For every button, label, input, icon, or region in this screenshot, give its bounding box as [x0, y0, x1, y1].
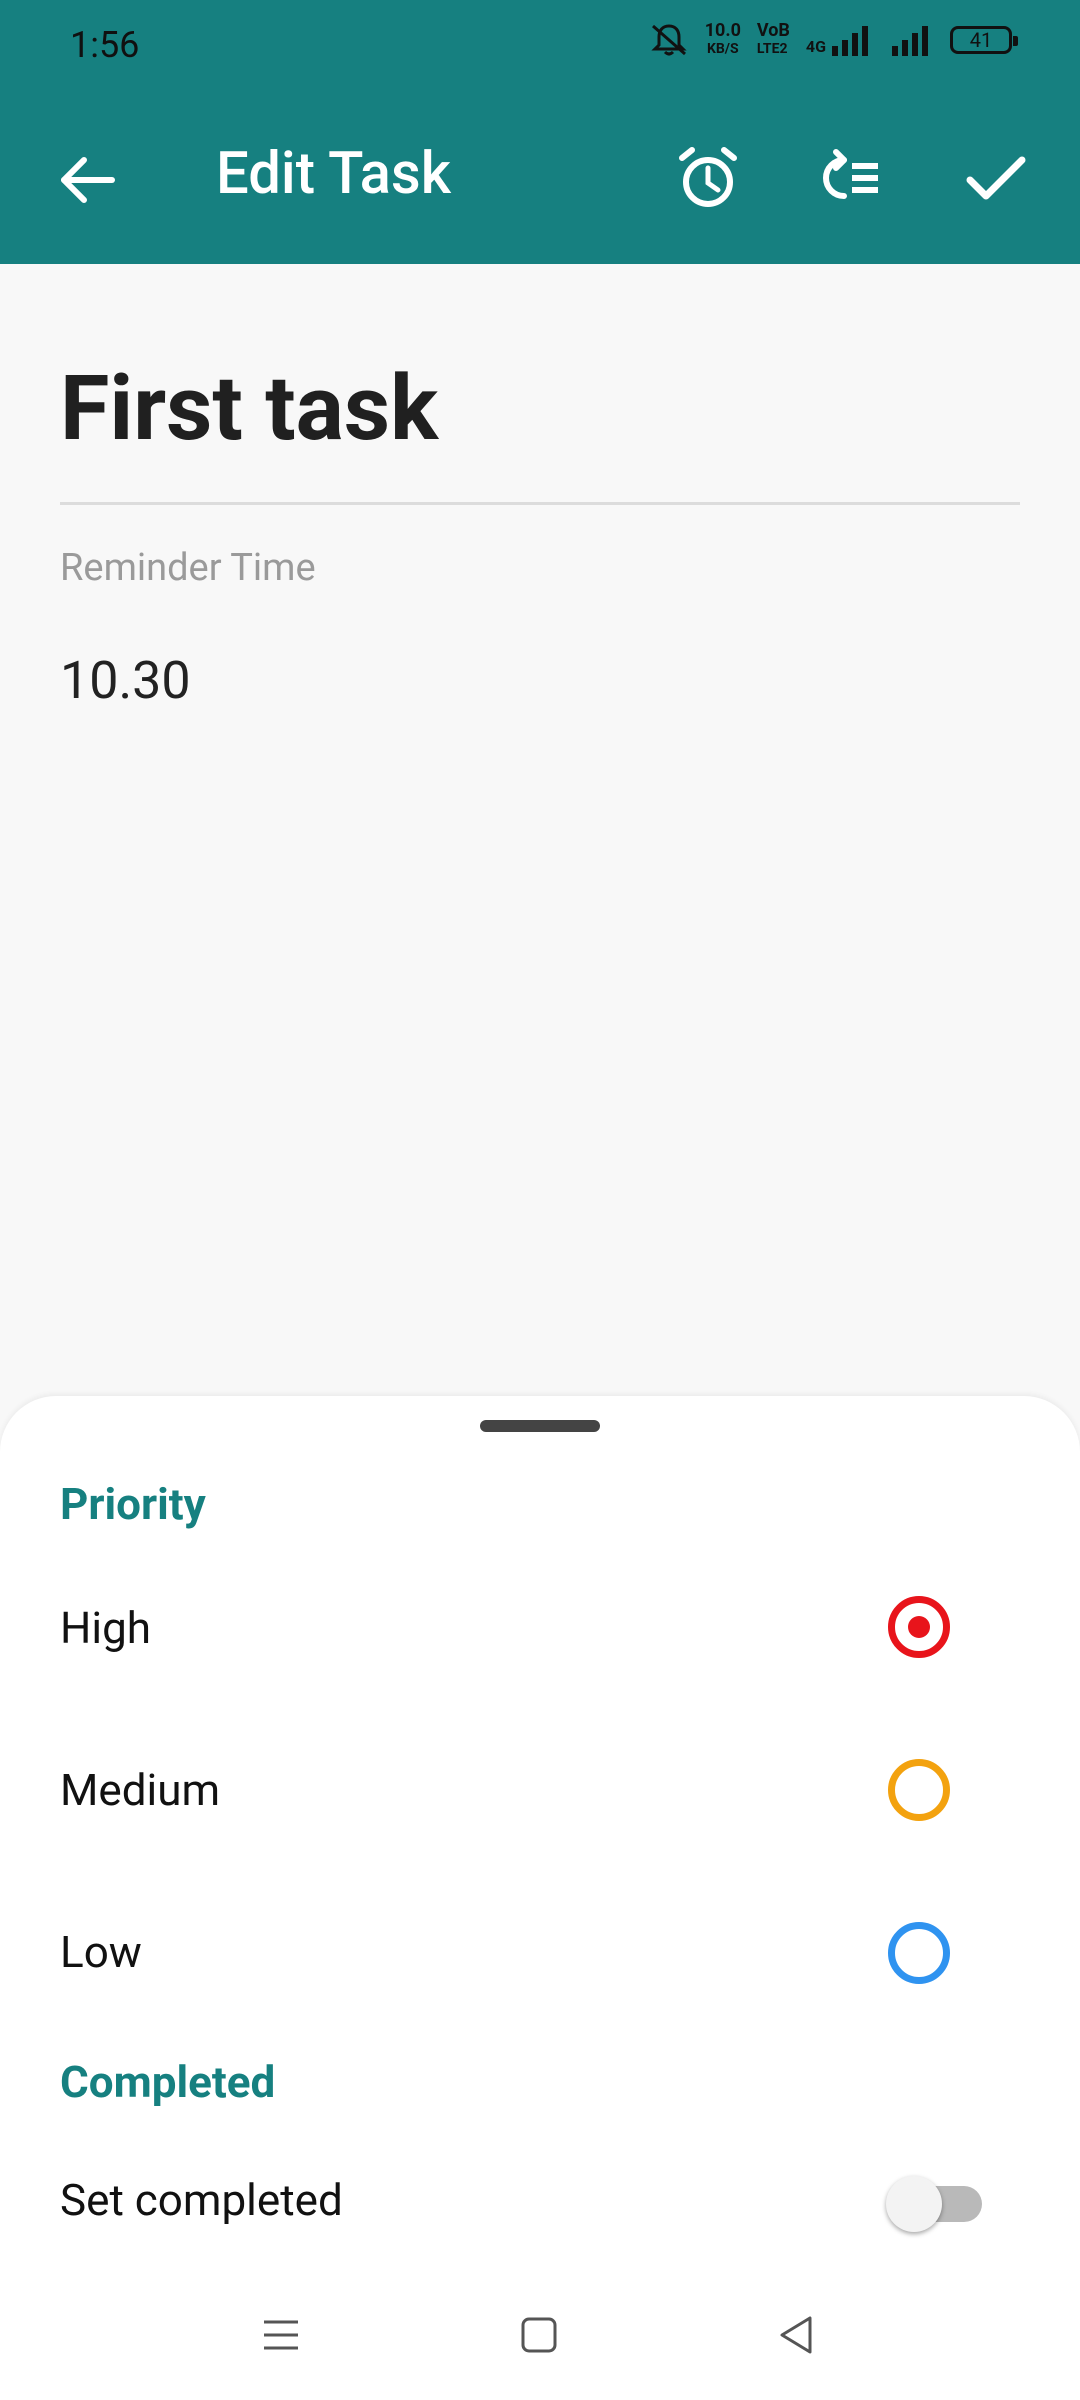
reminder-time-label: Reminder Time [60, 546, 316, 590]
volte-top: VoB [756, 20, 790, 41]
mute-bell-icon [651, 24, 687, 56]
home-square-icon[interactable] [514, 2310, 564, 2360]
priority-low-radio[interactable] [888, 1922, 950, 1984]
repeat-list-icon[interactable] [818, 146, 882, 210]
priority-medium-label[interactable]: Medium [60, 1764, 220, 1816]
battery-level: 41 [969, 28, 993, 52]
task-title-input[interactable]: First task [60, 356, 438, 461]
signal-4g: 4G [806, 24, 874, 56]
priority-medium-radio[interactable] [888, 1759, 950, 1821]
back-triangle-icon[interactable] [772, 2310, 822, 2360]
system-nav-bar [0, 2270, 1080, 2400]
set-completed-toggle[interactable] [886, 2172, 986, 2232]
signal-strength-icon-2 [892, 26, 928, 56]
set-completed-label: Set completed [60, 2174, 343, 2226]
priority-high-label[interactable]: High [60, 1602, 151, 1654]
network-speed-value: 10.0 [704, 20, 741, 41]
volte-indicator: VoB LTE2 [757, 22, 790, 58]
signal-strength-icon [832, 26, 868, 56]
alarm-icon[interactable] [676, 146, 740, 210]
reminder-time-input[interactable]: 10.30 [60, 650, 191, 711]
battery-indicator: 41 [950, 26, 1018, 54]
page-title: Edit Task [216, 140, 452, 208]
network-speed: 10.0 KB/S [705, 22, 741, 58]
volte-bottom: LTE2 [756, 41, 788, 57]
bottom-sheet: Priority High Medium Low Completed Set c… [0, 1396, 1080, 2400]
network-type: 4G [805, 37, 826, 56]
app-bar: Edit Task [0, 96, 1080, 264]
network-speed-unit: KB/S [706, 41, 739, 57]
status-bar: 1:56 10.0 KB/S VoB LTE2 4G 41 [0, 0, 1080, 96]
status-icons: 10.0 KB/S VoB LTE2 4G 41 [649, 22, 1018, 58]
drag-handle[interactable] [480, 1420, 600, 1432]
completed-header: Completed [60, 2056, 276, 2108]
arrow-back-icon[interactable] [56, 148, 120, 212]
priority-high-radio[interactable] [888, 1596, 950, 1658]
menu-icon[interactable] [256, 2310, 306, 2360]
title-divider [60, 502, 1020, 505]
priority-header: Priority [60, 1478, 206, 1530]
priority-low-label[interactable]: Low [60, 1926, 142, 1978]
status-time: 1:56 [70, 24, 140, 66]
toggle-thumb [886, 2176, 942, 2232]
check-icon[interactable] [964, 146, 1028, 210]
